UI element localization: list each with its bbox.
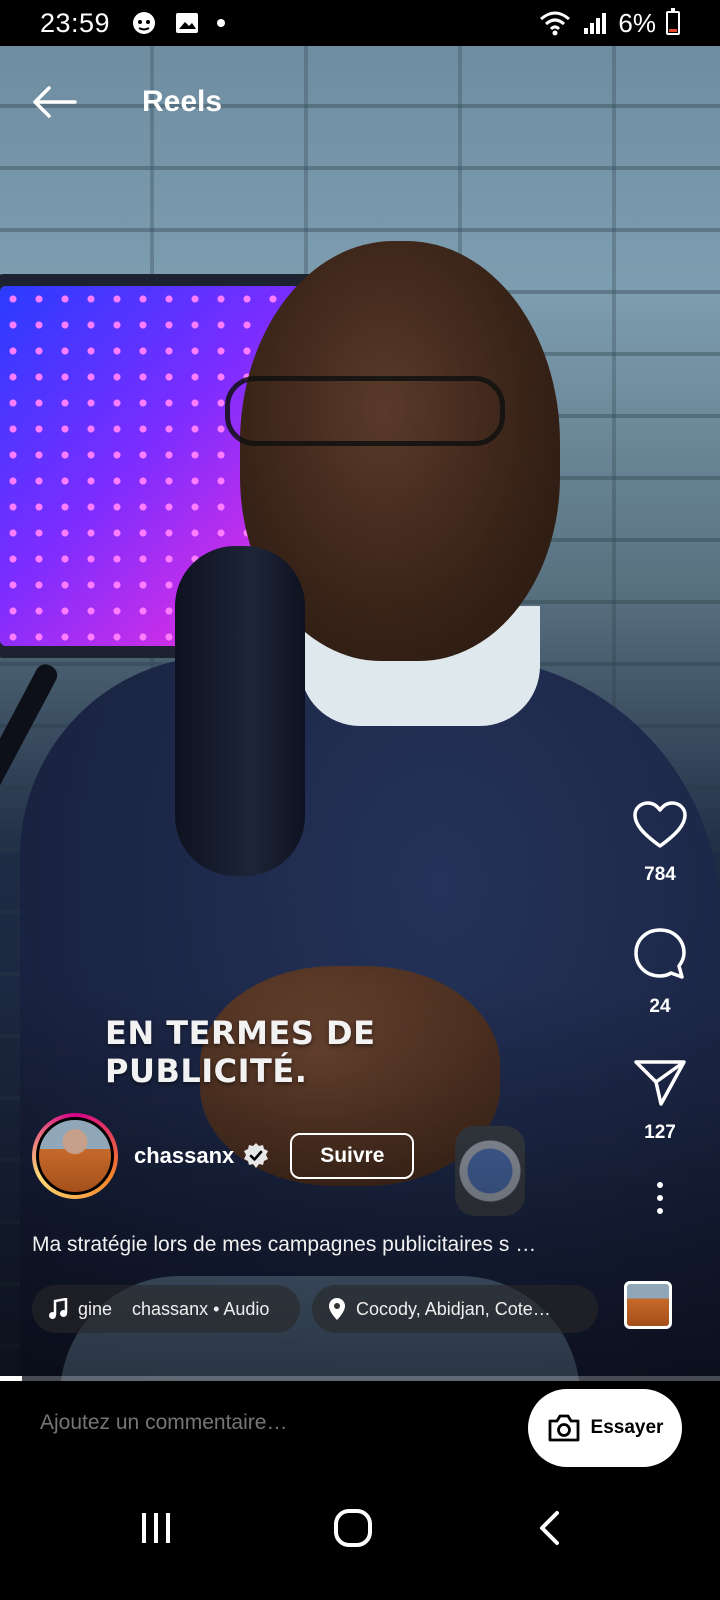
- author-avatar-story-ring[interactable]: [32, 1113, 118, 1199]
- heart-icon[interactable]: [632, 800, 688, 850]
- like-count: 784: [644, 864, 676, 885]
- post-chips: gine chassanx • Audio Cocody, Abidjan, C…: [32, 1285, 598, 1333]
- caption-line: EN TERMES DE: [105, 1014, 376, 1052]
- audio-label: gine chassanx • Audio: [78, 1298, 270, 1319]
- audio-thumbnail[interactable]: [624, 1281, 672, 1329]
- status-time: 23:59: [40, 7, 111, 38]
- try-effect-button[interactable]: Essayer: [528, 1389, 682, 1467]
- follow-button[interactable]: Suivre: [290, 1133, 415, 1179]
- home-icon: [334, 1509, 372, 1547]
- reels-header: Reels: [0, 70, 720, 134]
- video-caption: EN TERMES DE PUBLICITÉ.: [105, 1014, 375, 1090]
- notification-icons: [130, 9, 226, 37]
- location-chip[interactable]: Cocody, Abidjan, Cote…: [312, 1285, 598, 1333]
- wifi-icon: [540, 11, 571, 36]
- comment-bar: Essayer: [0, 1381, 720, 1476]
- author-username[interactable]: chassanx: [134, 1143, 234, 1169]
- author-row: chassanx Suivre: [32, 1113, 415, 1199]
- signal-icon: [584, 13, 607, 34]
- status-bar: 23:59 6%: [0, 0, 720, 46]
- battery-percent: 6%: [618, 7, 656, 38]
- comment-input[interactable]: [40, 1411, 500, 1435]
- person-glasses: [225, 376, 505, 446]
- image-notification-icon: [176, 13, 199, 33]
- dot-icon: [217, 19, 226, 27]
- recent-apps-button[interactable]: [126, 1498, 186, 1558]
- dot-icon: [657, 1182, 663, 1188]
- share-count: 127: [644, 1122, 676, 1143]
- paper-plane-icon[interactable]: [633, 1058, 687, 1108]
- status-right: 6%: [538, 8, 680, 39]
- music-note-icon: [49, 1298, 68, 1319]
- caption-line: PUBLICITÉ.: [105, 1052, 308, 1090]
- reel-actions: 784 24 127: [610, 800, 710, 1214]
- share-action[interactable]: 127: [610, 1058, 710, 1144]
- battery-icon: [666, 8, 680, 35]
- avatar[interactable]: [36, 1117, 114, 1195]
- like-action[interactable]: 784: [610, 800, 710, 886]
- microphone: [175, 546, 305, 876]
- page-title: Reels: [142, 85, 223, 118]
- try-label: Essayer: [590, 1417, 664, 1438]
- comment-action[interactable]: 24: [610, 926, 710, 1018]
- home-button[interactable]: [323, 1498, 383, 1558]
- location-label: Cocody, Abidjan, Cote…: [356, 1298, 551, 1319]
- arrow-left-icon: [33, 86, 77, 118]
- back-button[interactable]: [30, 80, 78, 124]
- chevron-left-icon: [540, 1511, 559, 1545]
- location-pin-icon: [329, 1298, 345, 1320]
- back-nav-button[interactable]: [520, 1498, 580, 1558]
- dot-icon: [657, 1195, 663, 1201]
- post-description[interactable]: Ma stratégie lors de mes campagnes publi…: [32, 1233, 602, 1257]
- audio-chip[interactable]: gine chassanx • Audio: [32, 1285, 300, 1333]
- dot-icon: [657, 1208, 663, 1214]
- comment-count: 24: [649, 996, 671, 1017]
- comment-bubble-icon[interactable]: [632, 926, 688, 982]
- recent-apps-icon: [142, 1513, 170, 1543]
- face-notification-icon: [133, 12, 156, 34]
- more-options-button[interactable]: [657, 1182, 663, 1214]
- system-nav-bar: [0, 1476, 720, 1600]
- camera-icon: [548, 1414, 579, 1442]
- verified-badge-icon: [244, 1143, 269, 1168]
